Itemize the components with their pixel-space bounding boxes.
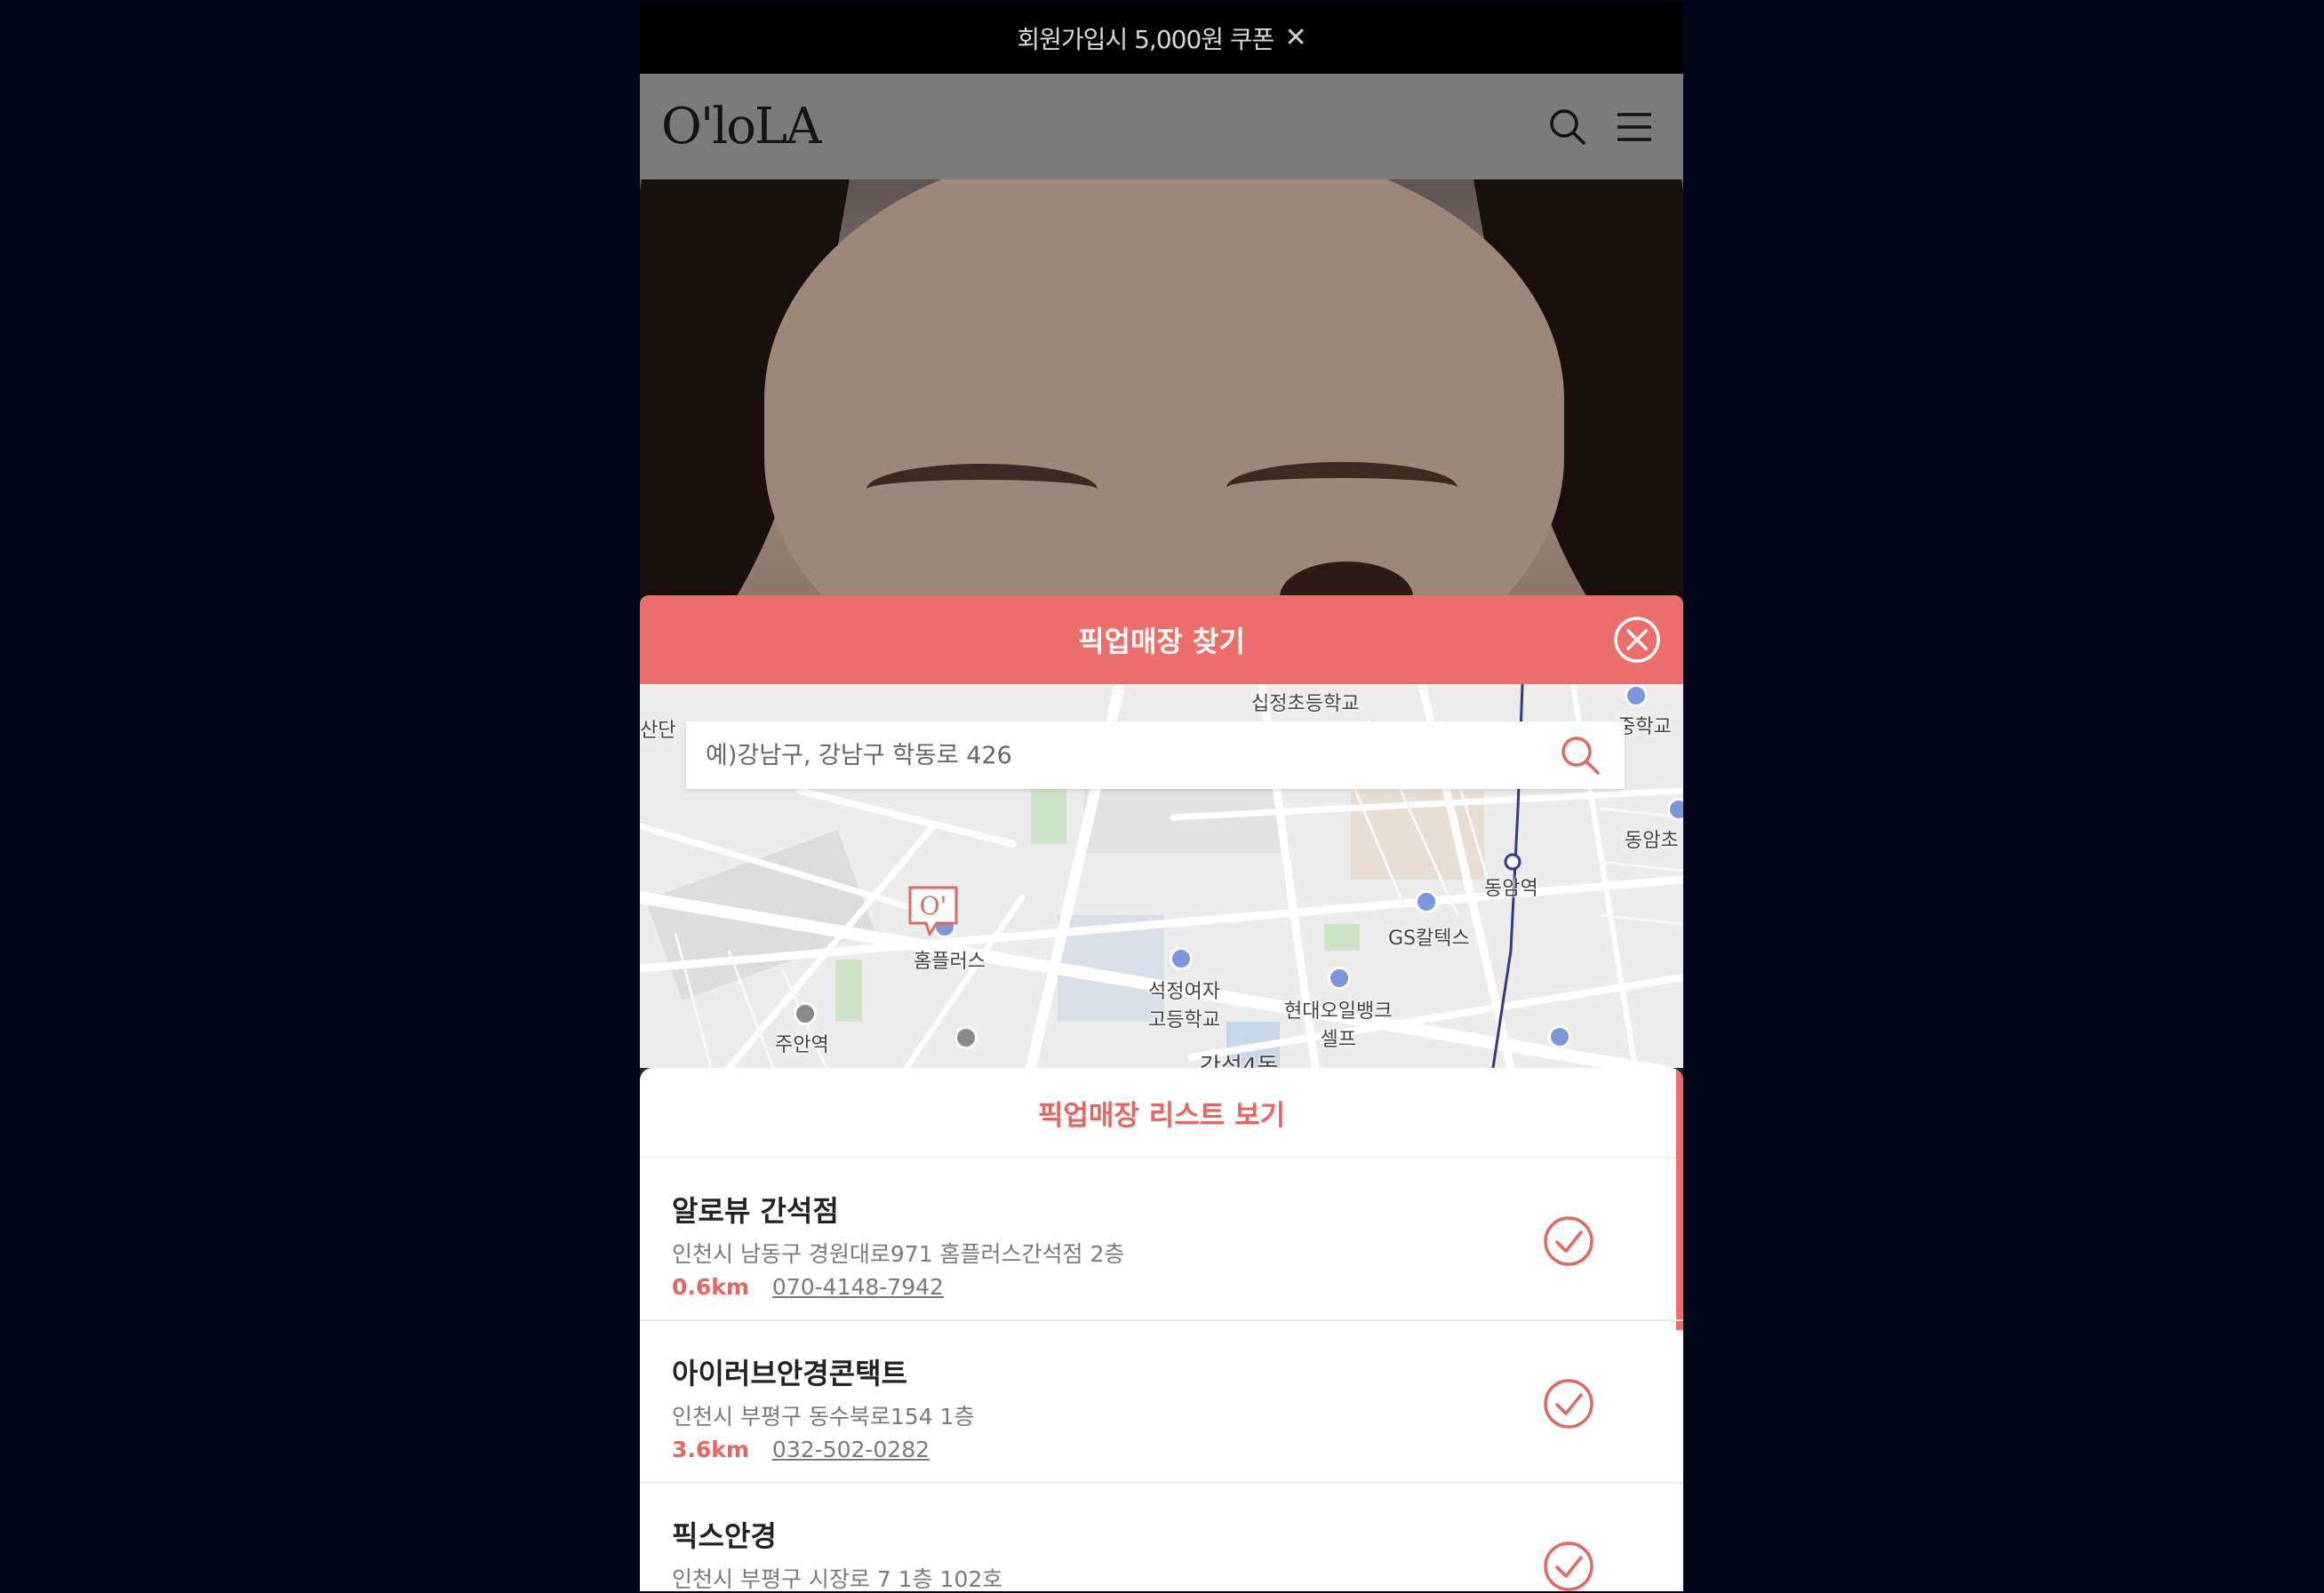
- store-address: 인천시 부평구 시장로 7 1층 102호: [672, 1566, 1003, 1591]
- store-marker-icon[interactable]: O': [906, 884, 960, 937]
- select-check-icon[interactable]: [1543, 1378, 1594, 1430]
- map-label-girls-high: 석정여자 고등학교: [1148, 981, 1220, 1031]
- modal-title: 픽업매장 찾기: [1078, 625, 1245, 658]
- map-label-oilbank: 현대오일뱅크 셀프: [1284, 1000, 1393, 1051]
- store-item[interactable]: 픽스안경 인천시 부평구 시장로 7 1층 102호: [640, 1484, 1683, 1591]
- store-item[interactable]: 알로뷰 간석점 인천시 남동구 경원대로971 홈플러스간석점 2층 0.6km…: [640, 1159, 1683, 1321]
- brand-logo[interactable]: O'loLA: [661, 98, 822, 155]
- store-name: 알로뷰 간석점: [672, 1194, 839, 1228]
- store-address: 인천시 남동구 경원대로971 홈플러스간석점 2층: [672, 1241, 1125, 1267]
- select-check-icon[interactable]: [1543, 1541, 1594, 1591]
- school-poi-icon: [1170, 947, 1193, 970]
- site-header: O'loLA: [640, 74, 1683, 179]
- store-name: 픽스안경: [672, 1519, 777, 1553]
- address-search-box: [686, 721, 1625, 789]
- store-distance: 3.6km: [672, 1437, 749, 1462]
- menu-icon[interactable]: [1616, 111, 1653, 143]
- map-label-dongam-elem: 동암초: [1625, 830, 1679, 852]
- map-label-sandan: 산단: [640, 720, 676, 742]
- map-label-ganseok4: 간석4동: [1200, 1054, 1279, 1068]
- school-poi-icon: [1625, 684, 1648, 707]
- map-label-station: 동암역: [1484, 878, 1538, 900]
- store-list-panel: 픽업매장 리스트 보기 알로뷰 간석점 인천시 남동구 경원대로971 홈플러스…: [640, 1068, 1683, 1591]
- search-icon[interactable]: [1559, 734, 1601, 777]
- svg-text:O': O': [920, 891, 947, 920]
- gas-station-poi-icon: [1548, 1025, 1571, 1048]
- address-search-input[interactable]: [704, 740, 1507, 770]
- map-label-school: 십정초등학교: [1251, 693, 1360, 715]
- store-phone-link[interactable]: 032-502-0282: [772, 1437, 930, 1462]
- pickup-store-modal: 픽업매장 찾기 십정초등학교 중학교 동암역 GS칼텍스 홈플러스 석정여자 고…: [640, 595, 1683, 1591]
- hero-image: [640, 179, 1683, 606]
- store-phone-link[interactable]: 070-4148-7942: [772, 1274, 944, 1300]
- close-icon[interactable]: [1612, 615, 1662, 665]
- map-label-gs-caltex: GS칼텍스: [1388, 928, 1470, 950]
- store-distance: 0.6km: [672, 1274, 749, 1300]
- select-check-icon[interactable]: [1543, 1215, 1594, 1267]
- store-map[interactable]: 십정초등학교 중학교 동암역 GS칼텍스 홈플러스 석정여자 고등학교 현대오일…: [640, 684, 1683, 1068]
- map-label-juan: 주안역: [775, 1034, 829, 1056]
- store-address: 인천시 부평구 동수북로154 1층: [672, 1404, 975, 1430]
- map-label-homeplus: 홈플러스: [914, 951, 986, 973]
- banner-text: 회원가입시 5,000원 쿠폰: [1017, 24, 1274, 54]
- store-item[interactable]: 아이러브안경콘택트 인천시 부평구 동수북로154 1층 3.6km 032-5…: [640, 1321, 1683, 1484]
- subway-poi-icon: [794, 1002, 817, 1025]
- modal-header: 픽업매장 찾기: [640, 595, 1683, 684]
- mobile-viewport: 회원가입시 5,000원 쿠폰 ✕ O'loLA 픽업매장 찾기 십정초등학교 …: [640, 2, 1683, 1591]
- gas-station-poi-icon: [1415, 890, 1438, 913]
- map-label-middle-school: 중학교: [1617, 716, 1672, 738]
- signup-coupon-banner[interactable]: 회원가입시 5,000원 쿠폰 ✕: [640, 2, 1683, 74]
- gas-station-poi-icon: [1328, 967, 1351, 990]
- banner-close-icon[interactable]: ✕: [1284, 22, 1306, 53]
- store-name: 아이러브안경콘택트: [672, 1357, 907, 1390]
- search-icon[interactable]: [1548, 108, 1587, 147]
- store-list-toggle[interactable]: 픽업매장 리스트 보기: [640, 1068, 1683, 1159]
- building-poi-icon: [954, 1026, 978, 1049]
